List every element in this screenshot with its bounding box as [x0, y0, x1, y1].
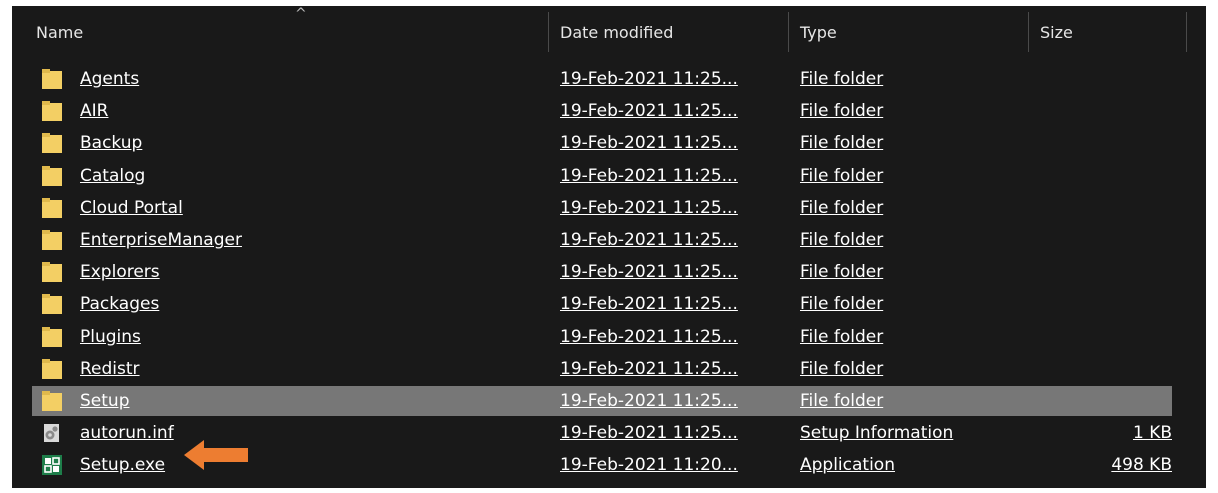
- file-name[interactable]: Agents: [80, 69, 139, 89]
- table-row[interactable]: Backup 19-Feb-2021 11:25... File folder: [32, 128, 1172, 158]
- file-name[interactable]: Cloud Portal: [80, 198, 183, 218]
- column-header-date[interactable]: Date modified: [560, 23, 673, 42]
- file-name[interactable]: Packages: [80, 294, 159, 314]
- file-type: File folder: [800, 165, 884, 186]
- file-name[interactable]: Explorers: [80, 262, 160, 282]
- column-divider[interactable]: [1028, 12, 1029, 52]
- file-date-modified: 19-Feb-2021 11:25...: [560, 391, 738, 411]
- file-type: File folder: [800, 69, 884, 89]
- file-type: File folder: [800, 294, 884, 315]
- folder-icon: [42, 165, 62, 186]
- file-type: File folder: [800, 391, 884, 411]
- file-date-modified: 19-Feb-2021 11:20...: [560, 455, 738, 476]
- file-type: File folder: [800, 262, 884, 283]
- file-date-modified: 19-Feb-2021 11:25...: [560, 230, 738, 250]
- table-row[interactable]: Explorers 19-Feb-2021 11:25... File folder: [32, 257, 1172, 287]
- file-name[interactable]: autorun.inf: [80, 423, 174, 443]
- file-type: File folder: [800, 197, 884, 218]
- file-type: File folder: [800, 133, 884, 154]
- settings-file-icon: [44, 424, 59, 443]
- file-date-modified: 19-Feb-2021 11:25...: [560, 326, 738, 347]
- folder-icon: [42, 326, 62, 347]
- table-row[interactable]: Setup 19-Feb-2021 11:25... File folder: [32, 386, 1172, 416]
- column-divider[interactable]: [788, 12, 789, 52]
- application-icon: [42, 455, 62, 476]
- file-date-modified: 19-Feb-2021 11:25...: [560, 101, 738, 122]
- column-divider[interactable]: [1186, 12, 1187, 52]
- folder-icon: [42, 101, 62, 122]
- file-date-modified: 19-Feb-2021 11:25...: [560, 165, 738, 186]
- column-header-bar: ^ Name Date modified Type Size: [12, 6, 1206, 58]
- table-row[interactable]: Catalog 19-Feb-2021 11:25... File folder: [32, 161, 1172, 191]
- file-type: File folder: [800, 326, 884, 347]
- file-name[interactable]: Setup: [80, 391, 129, 411]
- table-row[interactable]: Redistr 19-Feb-2021 11:25... File folder: [32, 354, 1172, 384]
- file-size: 498 KB: [1111, 455, 1172, 476]
- sort-ascending-icon: ^: [295, 6, 307, 22]
- table-row[interactable]: AIR 19-Feb-2021 11:25... File folder: [32, 96, 1172, 126]
- column-header-size[interactable]: Size: [1040, 23, 1073, 42]
- file-date-modified: 19-Feb-2021 11:25...: [560, 358, 738, 379]
- folder-icon: [42, 391, 62, 411]
- table-row[interactable]: Plugins 19-Feb-2021 11:25... File folder: [32, 322, 1172, 352]
- file-type: File folder: [800, 358, 884, 379]
- table-row[interactable]: Agents 19-Feb-2021 11:25... File folder: [32, 64, 1172, 94]
- folder-icon: [42, 294, 62, 315]
- folder-icon: [42, 197, 62, 218]
- folder-icon: [42, 262, 62, 283]
- file-type: Application: [800, 455, 895, 476]
- file-type: File folder: [800, 101, 884, 122]
- file-name[interactable]: AIR: [80, 101, 108, 121]
- file-date-modified: 19-Feb-2021 11:25...: [560, 423, 738, 444]
- table-row[interactable]: Cloud Portal 19-Feb-2021 11:25... File fol…: [32, 193, 1172, 223]
- file-type: Setup Information: [800, 423, 954, 444]
- folder-icon: [42, 133, 62, 154]
- column-divider[interactable]: [548, 12, 549, 52]
- table-row[interactable]: Packages 19-Feb-2021 11:25... File folder: [32, 289, 1172, 319]
- file-name[interactable]: EnterpriseManager: [80, 230, 242, 250]
- table-row[interactable]: EnterpriseManager 19-Feb-2021 11:25... Fil…: [32, 225, 1172, 255]
- file-date-modified: 19-Feb-2021 11:25...: [560, 294, 738, 315]
- file-name[interactable]: Backup: [80, 133, 142, 153]
- file-name[interactable]: Catalog: [80, 166, 145, 186]
- file-size: 1 KB: [1132, 423, 1172, 444]
- file-name[interactable]: Redistr: [80, 359, 140, 379]
- file-date-modified: 19-Feb-2021 11:25...: [560, 262, 738, 283]
- orange-arrow-icon: [184, 440, 248, 470]
- file-date-modified: 19-Feb-2021 11:25...: [560, 69, 738, 89]
- column-header-type[interactable]: Type: [800, 23, 837, 42]
- folder-icon: [42, 358, 62, 379]
- folder-icon: [42, 230, 62, 250]
- file-name[interactable]: Setup.exe: [80, 455, 165, 475]
- file-type: File folder: [800, 230, 884, 250]
- file-date-modified: 19-Feb-2021 11:25...: [560, 197, 738, 218]
- file-name[interactable]: Plugins: [80, 327, 141, 347]
- column-header-name[interactable]: Name: [36, 23, 83, 42]
- file-date-modified: 19-Feb-2021 11:25...: [560, 133, 738, 154]
- folder-icon: [42, 69, 62, 89]
- file-list-view: ^ Name Date modified Type Size Agents 19-…: [12, 6, 1206, 488]
